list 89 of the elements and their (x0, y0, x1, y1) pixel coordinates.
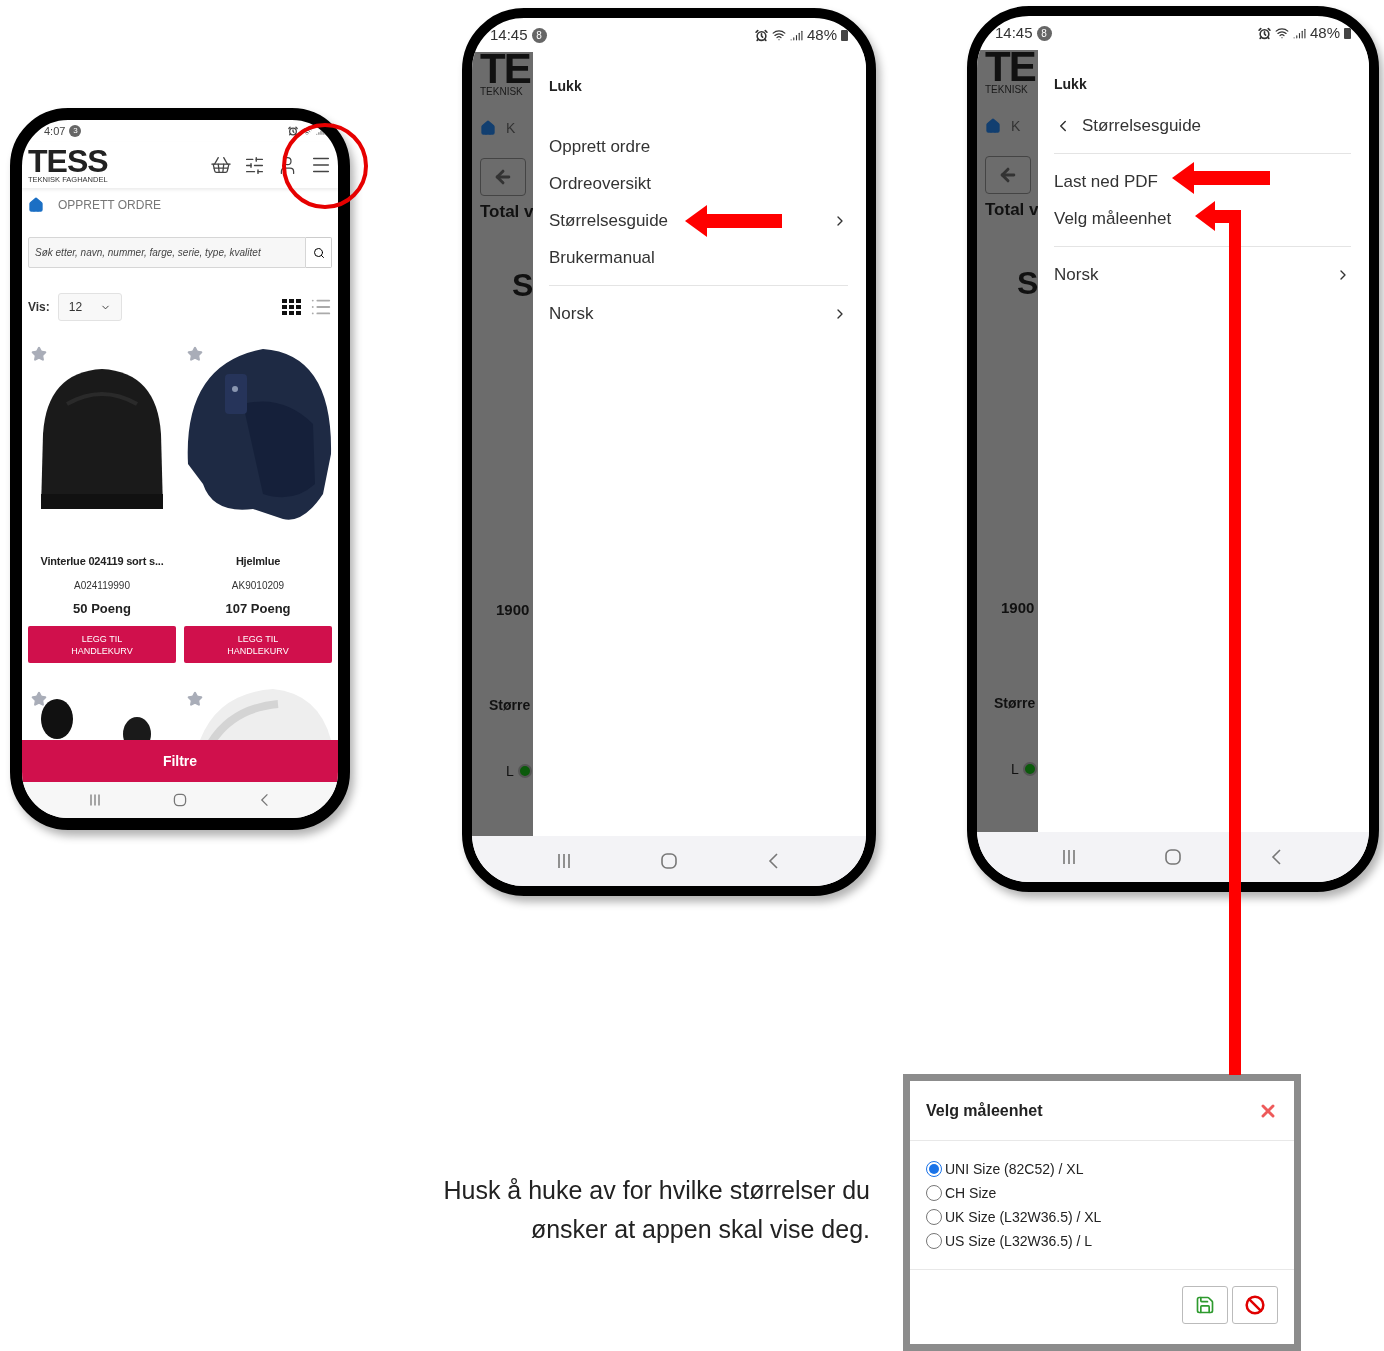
wifi-icon (1274, 26, 1289, 40)
favorite-star-icon[interactable] (31, 346, 47, 362)
search-button[interactable] (306, 237, 332, 268)
home-icon[interactable] (28, 197, 44, 213)
product-code: A024119990 (74, 578, 130, 593)
home-button-icon[interactable] (1163, 847, 1183, 867)
basket-icon[interactable] (210, 154, 232, 176)
amount-value: 1900 (1000, 598, 1036, 618)
breadcrumb-label[interactable]: OPPRETT ORDRE (58, 196, 162, 214)
radio-label[interactable]: UK Size (L32W36.5) / XL (945, 1206, 1102, 1228)
radio-button[interactable] (926, 1233, 942, 1249)
product-code: AK9010209 (231, 578, 285, 593)
status-time: 14:45 (995, 22, 1033, 43)
total-label: Total v (480, 202, 533, 222)
logo-tagline: TEKNISK (985, 84, 1029, 96)
alarm-icon (1257, 26, 1271, 40)
signal-icon (1292, 26, 1306, 40)
radio-button[interactable] (926, 1209, 942, 1225)
status-time: 14:45 (490, 24, 528, 45)
home-button-icon[interactable] (172, 792, 188, 808)
page-heading: S (511, 268, 533, 302)
menu-item[interactable]: Norsk (1054, 256, 1351, 293)
filter-button[interactable]: Filtre (22, 740, 338, 782)
battery-icon (1344, 27, 1351, 39)
favorite-star-icon[interactable] (31, 691, 47, 707)
radio-button[interactable] (926, 1185, 942, 1201)
product-points: 50 Poeng (73, 599, 131, 618)
close-link[interactable]: Lukk (549, 76, 582, 96)
product-name[interactable]: Vinterlue 024119 sort s... (40, 553, 164, 570)
menu-item[interactable]: Størrelsesguide (1054, 107, 1351, 144)
menu-item[interactable]: Opprett ordre (549, 128, 848, 165)
radio-label[interactable]: US Size (L32W36.5) / L (945, 1230, 1093, 1252)
save-icon (1195, 1295, 1215, 1315)
battery-level: 48% (806, 24, 837, 45)
search-field[interactable]: Søk etter, navn, nummer, farge, serie, type, kvalitet (28, 237, 306, 268)
logo-wordmark: TE (480, 52, 531, 86)
amount-value: 1900 (495, 600, 531, 620)
section-label: Større (488, 696, 532, 715)
add-to-cart-button[interactable]: LEGG TIL HANDLEKURV (28, 626, 176, 663)
page-size-select[interactable]: 12 (57, 293, 122, 321)
add-to-cart-button[interactable]: LEGG TIL HANDLEKURV (184, 626, 332, 663)
grid-view-icon[interactable] (282, 299, 302, 315)
sliders-icon[interactable] (244, 154, 265, 176)
menu-item[interactable]: Størrelsesguide (549, 202, 848, 239)
menu-item[interactable]: Brukermanual (549, 239, 848, 276)
notification-badge: 8 (531, 27, 547, 43)
arrow-left-icon (998, 165, 1018, 185)
size-label: L (1011, 759, 1019, 779)
wifi-icon (771, 28, 786, 42)
menu-item[interactable]: Velg måleenhet (1054, 200, 1351, 237)
logo-wordmark: TESS (28, 146, 108, 175)
battery-level: 48% (1309, 22, 1340, 43)
wifi-icon (302, 126, 312, 136)
total-label: Total v (985, 200, 1038, 220)
cancel-button[interactable] (1232, 1286, 1278, 1324)
logo-tagline: TEKNISK (480, 86, 524, 98)
page-heading: S (1016, 266, 1038, 300)
signal-icon (789, 28, 803, 42)
alarm-icon (754, 28, 768, 42)
breadcrumb-label: K (1011, 116, 1021, 136)
search-icon (312, 246, 325, 259)
dialog-title: Velg måleenhet (926, 1100, 1043, 1121)
section-label: Større (993, 694, 1037, 713)
menu-item[interactable]: Norsk (549, 295, 848, 332)
breadcrumb-label: K (506, 118, 516, 138)
instruction-text: Husk å huke av for hvilke størrelser du ønsker at appen skal vise deg. (442, 1175, 870, 1245)
favorite-star-icon[interactable] (187, 691, 203, 707)
radio-button[interactable] (926, 1161, 942, 1177)
logo-wordmark: TE (985, 50, 1036, 84)
battery-icon (841, 29, 848, 41)
home-icon (985, 118, 1001, 134)
notification-badge: 3 (69, 125, 82, 137)
menu-item[interactable]: Last ned PDF (1054, 163, 1351, 200)
size-label: L (506, 761, 514, 781)
alarm-icon (288, 126, 298, 136)
product-name[interactable]: Hjelmlue (235, 553, 281, 570)
ban-icon (1245, 1295, 1265, 1315)
view-label: Vis: (28, 299, 50, 316)
favorite-star-icon[interactable] (187, 346, 203, 362)
radio-label[interactable]: UNI Size (82C52) / XL (945, 1158, 1084, 1180)
save-button[interactable] (1182, 1286, 1228, 1324)
notification-badge: 8 (1036, 25, 1052, 41)
home-icon (480, 120, 496, 136)
radio-label[interactable]: CH Size (945, 1182, 997, 1204)
menu-item[interactable]: Ordreoversikt (549, 165, 848, 202)
product-points: 107 Poeng (225, 599, 291, 618)
home-button-icon[interactable] (659, 851, 679, 871)
status-time: 4:07 (44, 123, 66, 139)
close-link[interactable]: Lukk (1054, 74, 1087, 94)
